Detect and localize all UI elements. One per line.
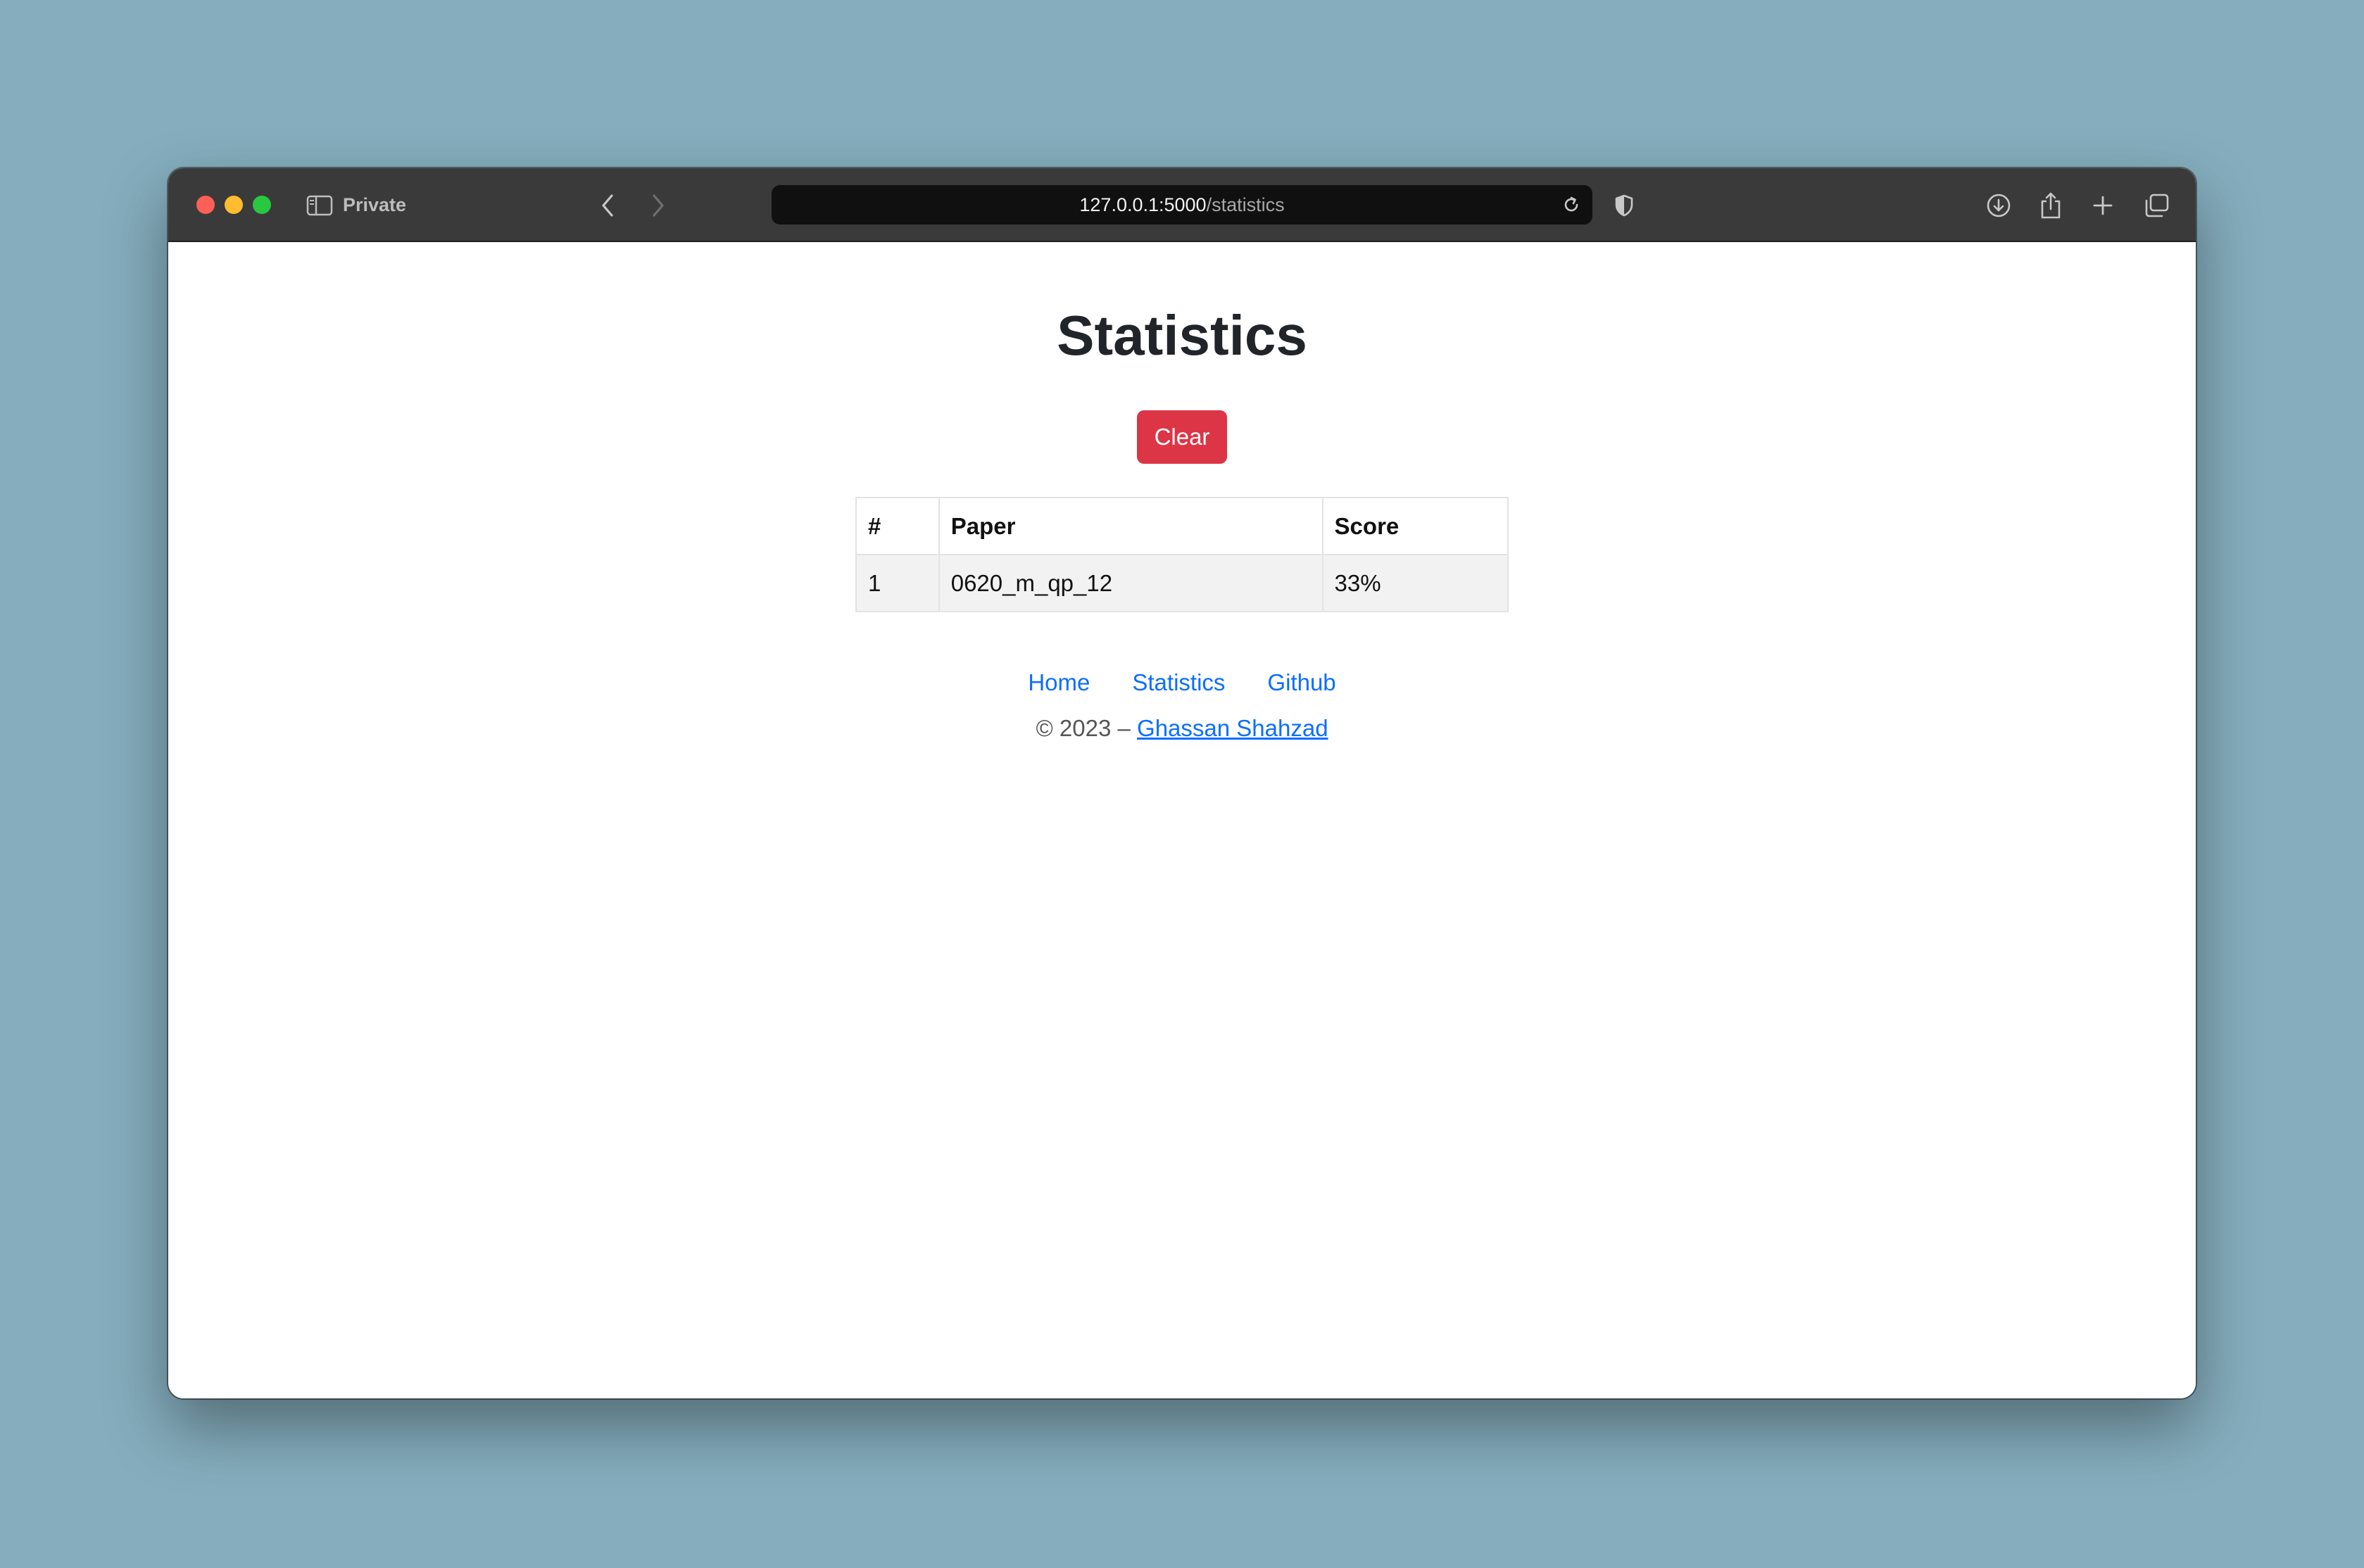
- sidebar-toggle-icon[interactable]: [305, 168, 334, 242]
- footer-link-statistics[interactable]: Statistics: [1132, 669, 1225, 695]
- score-cell: 33%: [1321, 554, 1509, 612]
- column-header-score: Score: [1321, 497, 1509, 555]
- url-path: /statistics: [1206, 194, 1285, 215]
- forward-arrow-icon[interactable]: [644, 168, 672, 242]
- url-host: 127.0.0.1:5000: [1079, 194, 1207, 215]
- private-mode-label: Private: [343, 194, 407, 215]
- browser-window: Private 127.0.0.1:5000/statistics Statis…: [168, 168, 2196, 1398]
- footer-link-github[interactable]: Github: [1267, 669, 1335, 695]
- close-window-button[interactable]: [196, 196, 215, 214]
- statistics-table: # Paper Score 1 0620_m_qp_12 33%: [855, 497, 1509, 612]
- download-icon[interactable]: [1983, 168, 2014, 242]
- row-number-cell: 1: [855, 554, 940, 612]
- address-bar[interactable]: 127.0.0.1:5000/statistics: [772, 185, 1592, 225]
- footer-link-home[interactable]: Home: [1028, 669, 1090, 695]
- copyright-text: © 2023 –: [1036, 715, 1131, 741]
- clear-button[interactable]: Clear: [1137, 410, 1227, 464]
- share-icon[interactable]: [2035, 168, 2066, 242]
- page-content: Statistics Clear # Paper Score 1 0620_m_…: [168, 242, 2196, 1398]
- reload-icon[interactable]: [1557, 185, 1585, 225]
- column-header-number: #: [855, 497, 940, 555]
- browser-toolbar: Private 127.0.0.1:5000/statistics: [168, 168, 2196, 242]
- tab-overview-icon[interactable]: [2141, 168, 2172, 242]
- table-header-row: # Paper Score: [855, 497, 1509, 555]
- copyright: © 2023 – Ghassan Shahzad: [168, 711, 2196, 746]
- footer-nav: Home Statistics Github: [168, 665, 2196, 700]
- privacy-shield-icon[interactable]: [1610, 168, 1638, 242]
- column-header-paper: Paper: [938, 497, 1324, 555]
- paper-cell: 0620_m_qp_12: [938, 554, 1324, 612]
- minimize-window-button[interactable]: [225, 196, 243, 214]
- table-row: 1 0620_m_qp_12 33%: [855, 554, 1509, 612]
- page-title: Statistics: [1057, 304, 1307, 367]
- author-link[interactable]: Ghassan Shahzad: [1137, 715, 1328, 741]
- maximize-window-button[interactable]: [253, 196, 271, 214]
- new-tab-plus-icon[interactable]: [2087, 168, 2118, 242]
- back-arrow-icon[interactable]: [593, 168, 622, 242]
- url-text: 127.0.0.1:5000/statistics: [772, 185, 1592, 225]
